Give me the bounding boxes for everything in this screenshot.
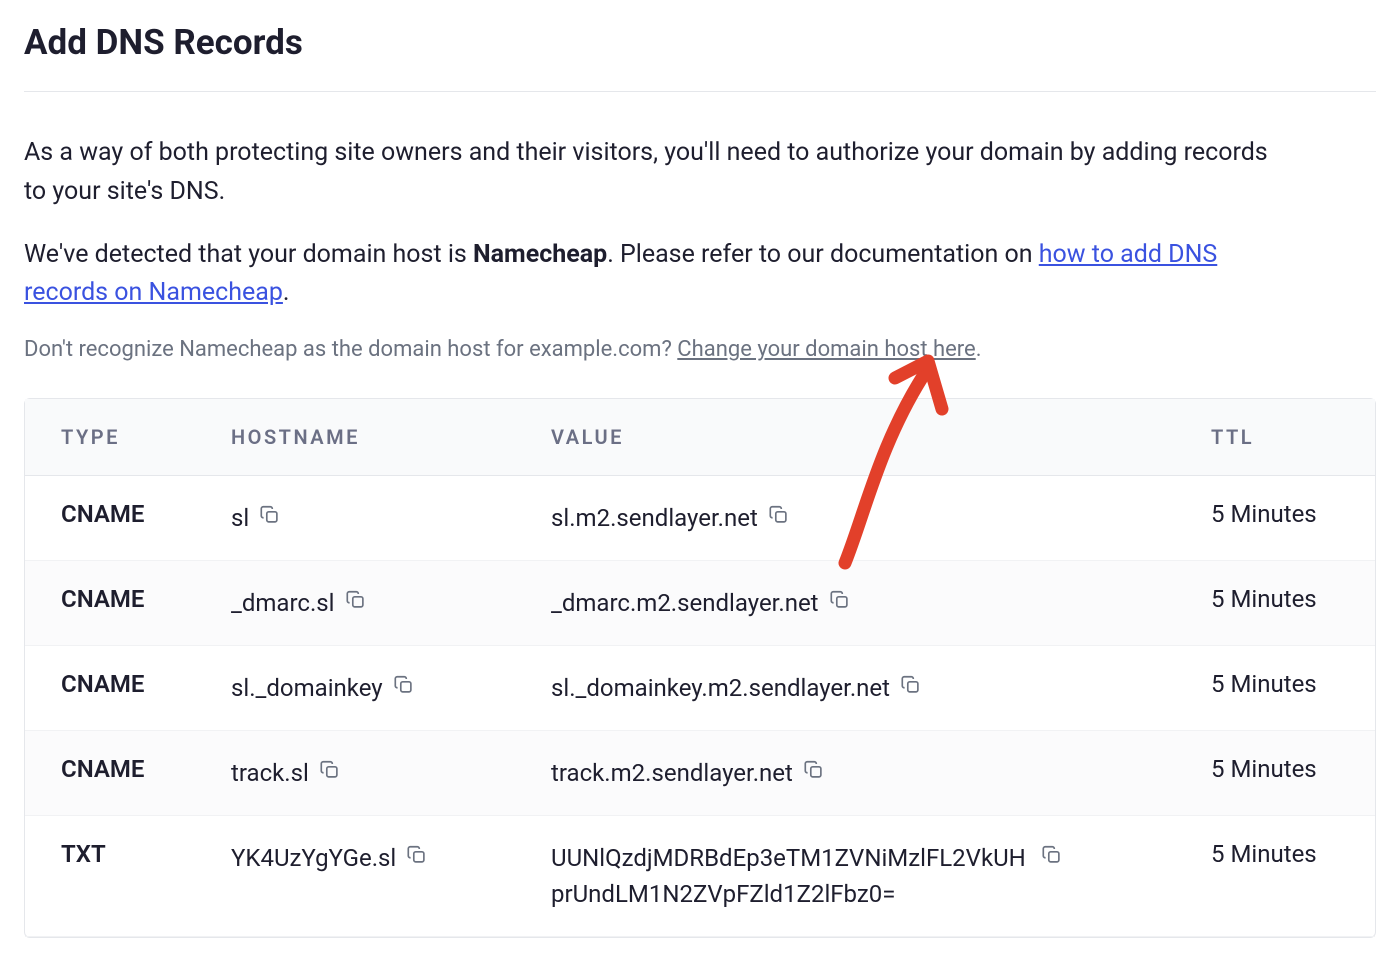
detected-host: Namecheap <box>473 240 607 269</box>
column-header-ttl: TTL <box>1175 399 1375 476</box>
record-value: _dmarc.m2.sendlayer.net <box>551 585 819 621</box>
change-host-link[interactable]: Change your domain host here <box>677 337 975 362</box>
note-text: . <box>976 337 982 362</box>
copy-icon[interactable] <box>803 759 825 781</box>
record-type: CNAME <box>25 646 195 731</box>
copy-icon[interactable] <box>829 589 851 611</box>
record-hostname: track.sl <box>231 755 309 791</box>
column-header-hostname: HOSTNAME <box>195 399 515 476</box>
table-row: CNAME _dmarc.sl _dmarc.m2.sendlayer.net <box>25 561 1375 646</box>
table-row: CNAME track.sl track.m2.sendlayer.net <box>25 731 1375 816</box>
copy-icon[interactable] <box>406 844 428 866</box>
record-ttl: 5 Minutes <box>1175 816 1375 937</box>
note-text: Don't recognize Namecheap as the domain … <box>24 337 677 362</box>
record-type: CNAME <box>25 476 195 561</box>
copy-icon[interactable] <box>768 504 790 526</box>
record-value: track.m2.sendlayer.net <box>551 755 793 791</box>
copy-icon[interactable] <box>900 674 922 696</box>
record-ttl: 5 Minutes <box>1175 646 1375 731</box>
copy-icon[interactable] <box>259 504 281 526</box>
record-ttl: 5 Minutes <box>1175 476 1375 561</box>
column-header-type: TYPE <box>25 399 195 476</box>
record-value: sl._domainkey.m2.sendlayer.net <box>551 670 890 706</box>
record-hostname-cell: sl <box>195 476 515 561</box>
column-header-value: VALUE <box>515 399 1175 476</box>
record-type: CNAME <box>25 561 195 646</box>
record-value-cell: _dmarc.m2.sendlayer.net <box>515 561 1175 646</box>
record-hostname: YK4UzYgYGe.sl <box>231 840 396 876</box>
record-hostname: _dmarc.sl <box>231 585 335 621</box>
record-hostname-cell: _dmarc.sl <box>195 561 515 646</box>
page-title: Add DNS Records <box>24 22 1376 63</box>
table-row: CNAME sl sl.m2.sendlayer.net <box>25 476 1375 561</box>
record-value: UUNlQzdjMDRBdEp3eTM1ZVNiMzlFL2VkUHprUndL… <box>551 840 1031 912</box>
dns-records-table: TYPE HOSTNAME VALUE TTL CNAME sl s <box>24 398 1376 938</box>
record-hostname: sl <box>231 500 249 536</box>
record-value-cell: UUNlQzdjMDRBdEp3eTM1ZVNiMzlFL2VkUHprUndL… <box>515 816 1175 937</box>
record-ttl: 5 Minutes <box>1175 731 1375 816</box>
record-value-cell: track.m2.sendlayer.net <box>515 731 1175 816</box>
record-hostname-cell: YK4UzYgYGe.sl <box>195 816 515 937</box>
table-row: TXT YK4UzYgYGe.sl UUNlQzdjMDRBdEp3eTM1ZV… <box>25 816 1375 937</box>
record-hostname: sl._domainkey <box>231 670 383 706</box>
table-row: CNAME sl._domainkey sl._domainkey.m2.sen… <box>25 646 1375 731</box>
record-hostname-cell: sl._domainkey <box>195 646 515 731</box>
copy-icon[interactable] <box>393 674 415 696</box>
intro-text: We've detected that your domain host is <box>24 240 473 269</box>
intro-paragraph-2: We've detected that your domain host is … <box>24 236 1274 314</box>
record-type: CNAME <box>25 731 195 816</box>
copy-icon[interactable] <box>1041 844 1063 866</box>
record-ttl: 5 Minutes <box>1175 561 1375 646</box>
copy-icon[interactable] <box>345 589 367 611</box>
host-change-note: Don't recognize Namecheap as the domain … <box>24 337 1376 362</box>
intro-text: . <box>283 278 290 307</box>
record-type: TXT <box>25 816 195 937</box>
record-value: sl.m2.sendlayer.net <box>551 500 758 536</box>
record-hostname-cell: track.sl <box>195 731 515 816</box>
intro-paragraph-1: As a way of both protecting site owners … <box>24 134 1274 212</box>
intro-text: . Please refer to our documentation on <box>607 240 1039 269</box>
copy-icon[interactable] <box>319 759 341 781</box>
record-value-cell: sl._domainkey.m2.sendlayer.net <box>515 646 1175 731</box>
record-value-cell: sl.m2.sendlayer.net <box>515 476 1175 561</box>
